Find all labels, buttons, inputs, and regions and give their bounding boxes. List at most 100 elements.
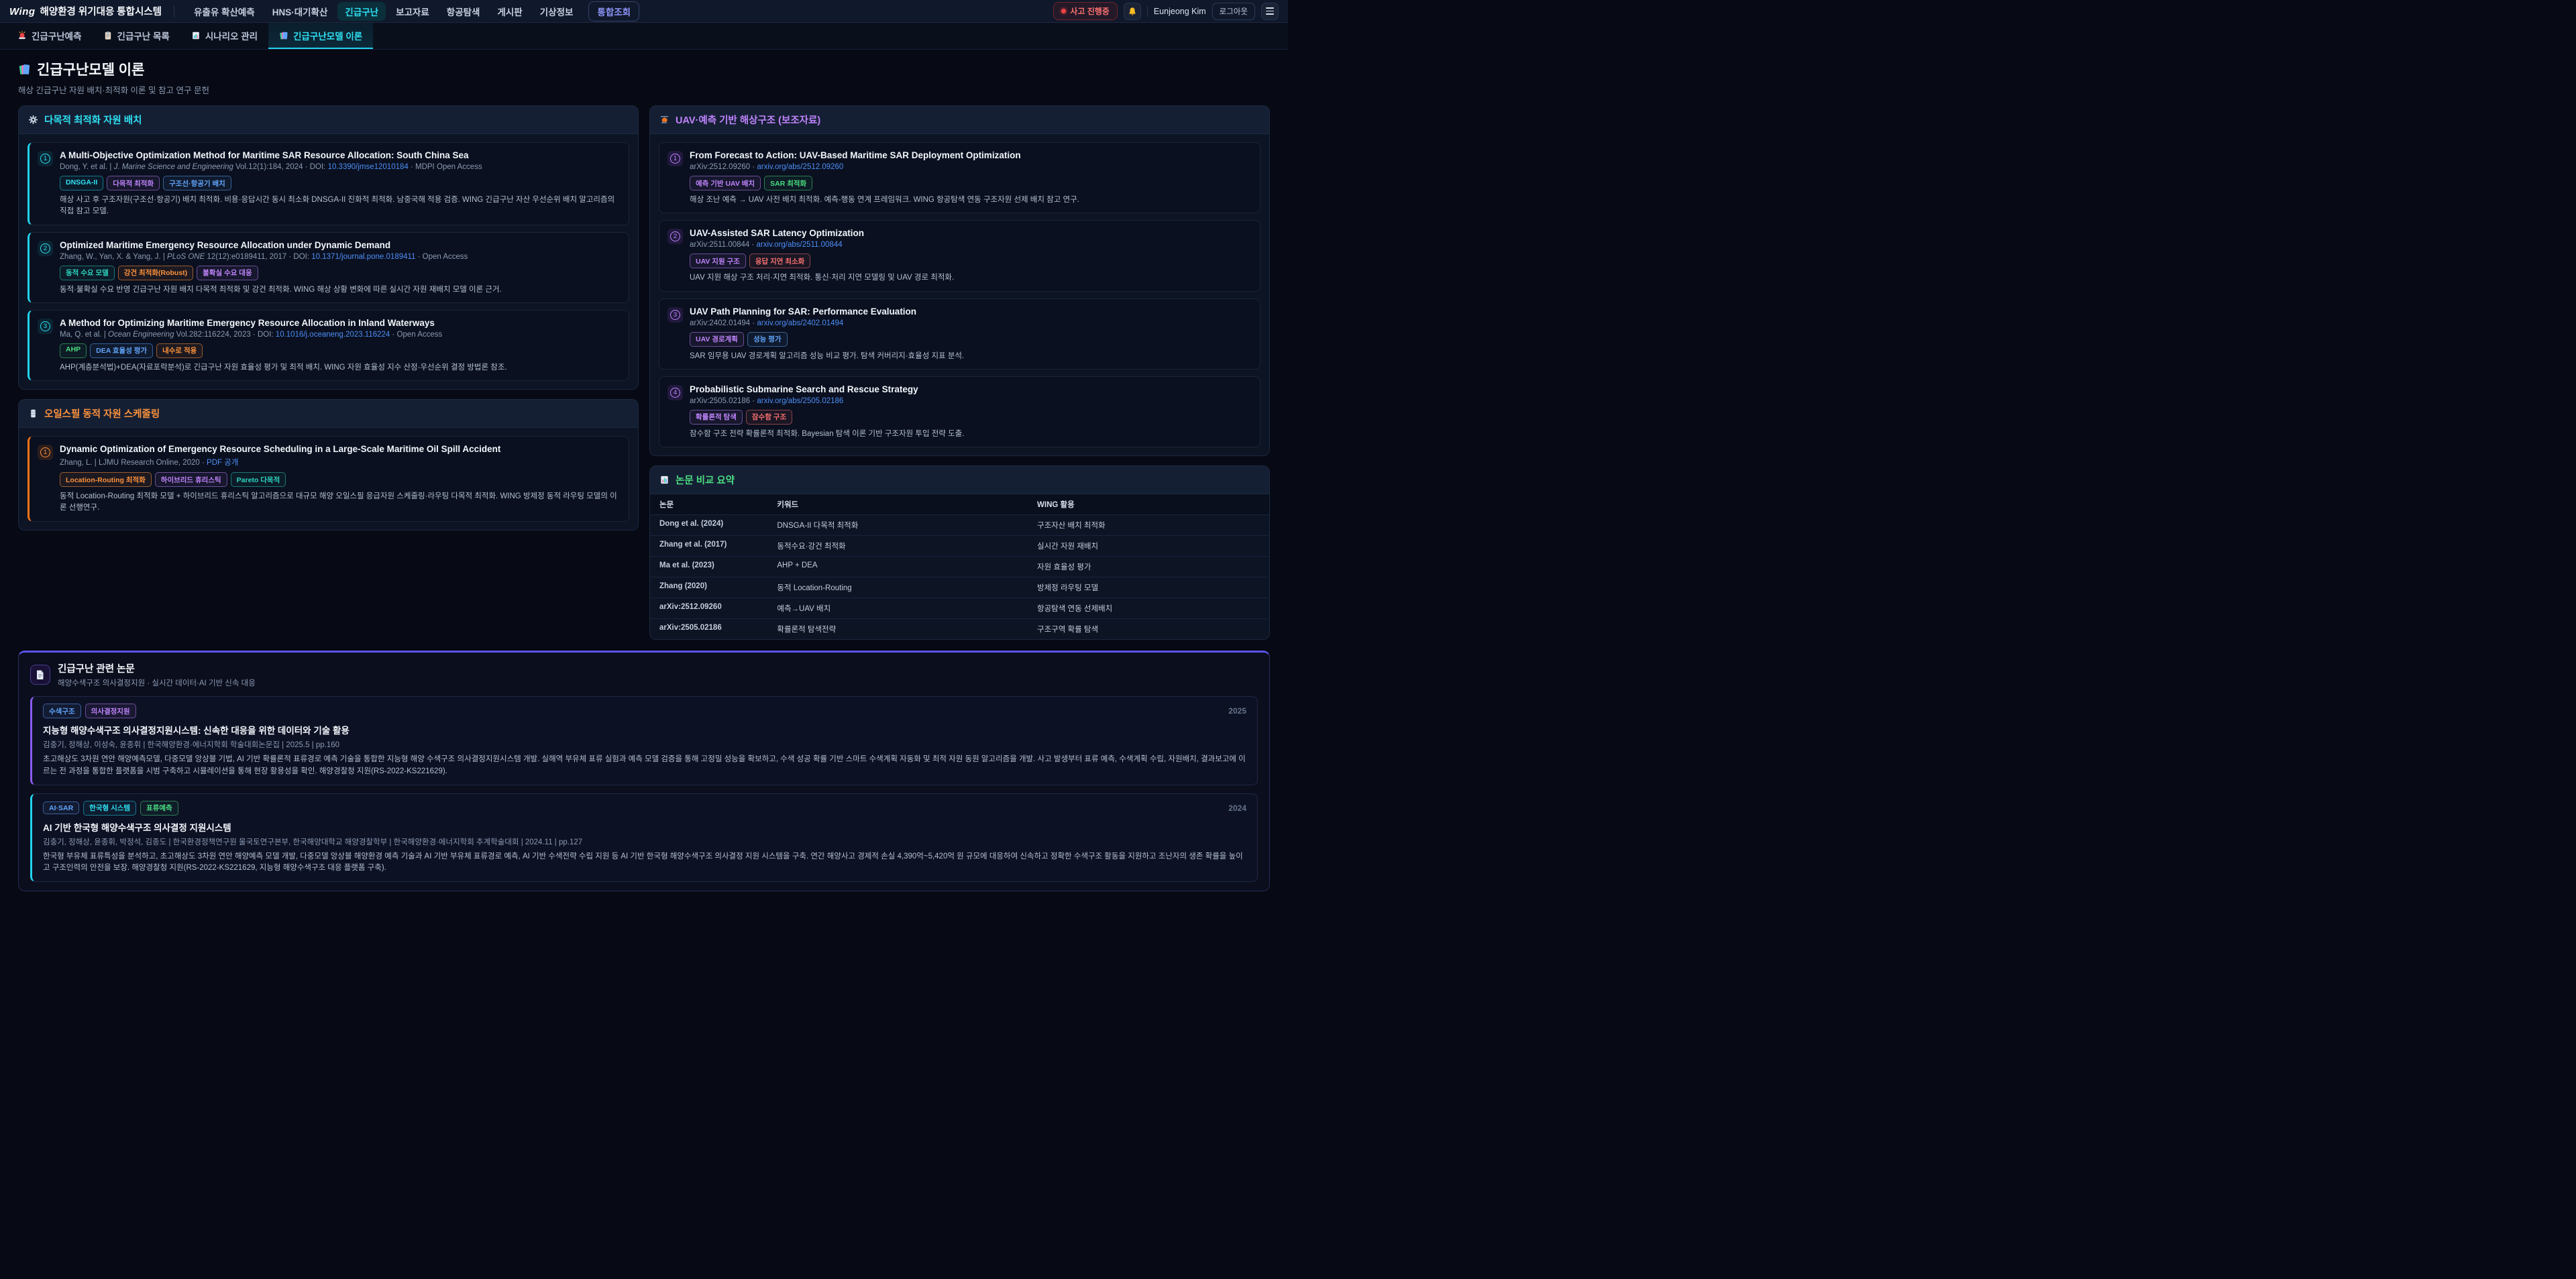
paper-tag: UAV 경로계획: [690, 332, 744, 347]
paper-title: Probabilistic Submarine Search and Rescu…: [690, 384, 1252, 394]
keywords-cell: AHP + DEA: [767, 557, 1028, 577]
paper-number: 1: [40, 447, 50, 457]
paper-tags: DNSGA-II다목적 최적화구조선·항공기 배치: [60, 176, 621, 190]
paper-tag: 강건 최적화(Robust): [118, 266, 193, 280]
tab-rescue-prediction[interactable]: 긴급구난예측: [7, 23, 93, 49]
paper-link[interactable]: 10.1016/j.oceaneng.2023.116224: [276, 331, 390, 339]
paper-meta-text: · MDPI Open Access: [409, 163, 482, 171]
notifications-button[interactable]: [1124, 3, 1141, 20]
oil-drum-icon: [28, 408, 38, 419]
wing-usage-cell: 자원 효율성 평가: [1028, 557, 1269, 577]
incident-status-badge: 사고 진행중: [1053, 2, 1118, 20]
helicopter-icon: [659, 115, 669, 125]
paper-card: 3UAV Path Planning for SAR: Performance …: [659, 298, 1260, 370]
paper-link[interactable]: arxiv.org/abs/2505.02186: [757, 397, 843, 405]
gear-icon: [28, 115, 38, 125]
paper-number: 3: [40, 321, 50, 331]
paper-link[interactable]: arxiv.org/abs/2402.01494: [757, 319, 843, 327]
paper-meta: arXiv:2402.01494 · arxiv.org/abs/2402.01…: [690, 319, 1252, 327]
app-logo[interactable]: Wing 해양환경 위기대응 통합시스템: [9, 4, 162, 18]
sub-tab-bar: 긴급구난예측 긴급구난 목록 시나리오 관리긴급구난모델 이론: [0, 23, 1288, 50]
paper-title: 지능형 해양수색구조 의사결정지원시스템: 신속한 대응을 위한 데이터와 기술…: [43, 723, 1246, 736]
header-divider: [1147, 6, 1148, 17]
paper-tag: 다목적 최적화: [107, 176, 160, 190]
comparison-table: 논문 키워드 WING 활용 Dong et al. (2024)DNSGA-I…: [650, 494, 1269, 639]
paper-card-body: A Multi-Objective Optimization Method fo…: [60, 150, 621, 218]
tab-rescue-list[interactable]: 긴급구난 목록: [93, 23, 180, 49]
paper-number: 2: [670, 231, 680, 241]
keywords-cell: 동적 Location-Routing: [767, 577, 1028, 598]
tab-label: 긴급구난 목록: [117, 29, 170, 42]
paper-card-body: A Method for Optimizing Maritime Emergen…: [60, 317, 621, 374]
paper-tags: UAV 지원 구조응답 지연 최소화: [690, 254, 1252, 268]
wing-usage-cell: 구조자산 배치 최적화: [1028, 515, 1269, 535]
paper-link[interactable]: arxiv.org/abs/2511.00844: [757, 241, 843, 249]
paper-meta-text: arXiv:2512.09260 ·: [690, 163, 757, 171]
tab-label: 긴급구난예측: [32, 29, 82, 42]
paper-ref-link[interactable]: arXiv:2512.09260: [650, 598, 767, 618]
paper-ref-link[interactable]: Zhang (2020): [650, 577, 767, 598]
paper-meta-text: Vol.282:116224, 2023 · DOI:: [174, 331, 275, 339]
paper-meta-text: · Open Access: [415, 253, 468, 261]
paper-ref-link[interactable]: Dong et al. (2024): [650, 515, 767, 535]
paper-tag: DNSGA-II: [60, 176, 103, 190]
right-column: UAV·예측 기반 해상구조 (보조자료) 1From Forecast to …: [649, 105, 1270, 640]
paper-tag: Location-Routing 최적화: [60, 472, 152, 487]
related-paper-top: 수색구조의사결정지원2025: [43, 704, 1246, 718]
paper-tag: AHP: [60, 343, 87, 358]
paper-list: 1A Multi-Objective Optimization Method f…: [19, 134, 638, 389]
document-icon-box: [30, 665, 50, 685]
app-title: 해양환경 위기대응 통합시스템: [40, 4, 162, 18]
paper-ref-link[interactable]: Ma et al. (2023): [650, 557, 767, 577]
paper-link[interactable]: 10.1371/journal.pone.0189411: [311, 253, 415, 261]
paper-tag: 내수로 적용: [156, 343, 203, 358]
paper-link[interactable]: arxiv.org/abs/2512.09260: [757, 163, 843, 171]
user-name: Eunjeong Kim: [1154, 7, 1206, 16]
nav-item-hns-air-diffusion[interactable]: HNS·대기확산: [265, 2, 335, 21]
paper-tag: 예측 기반 UAV 배치: [690, 176, 761, 190]
page-title: 긴급구난모델 이론: [18, 59, 1270, 79]
nav-item-integrated-search[interactable]: 통합조회: [588, 1, 639, 21]
nav-item-aerial-search[interactable]: 항공탐색: [439, 2, 488, 21]
wing-usage-cell: 방제정 라우팅 모델: [1028, 577, 1269, 598]
paper-card-body: Optimized Maritime Emergency Resource Al…: [60, 239, 621, 296]
tab-rescue-model-theory[interactable]: 긴급구난모델 이론: [268, 23, 373, 49]
section-subtitle: 해양수색구조 의사결정지원 · 실시간 데이터·AI 기반 신속 대응: [58, 677, 256, 688]
paper-card-body: Probabilistic Submarine Search and Rescu…: [690, 384, 1252, 440]
paper-number-badge: 1: [667, 151, 683, 166]
bell-icon: [1128, 7, 1137, 16]
paper-link[interactable]: 10.3390/jmse12010184: [328, 163, 409, 171]
paper-tag: 한국형 시스템: [83, 801, 136, 816]
section-oil-spill: 오일스필 동적 자원 스케줄링 1Dynamic Optimization of…: [18, 399, 639, 531]
paper-description: SAR 임무용 UAV 경로계획 알고리즘 성능 비교 평가. 탐색 커버리지·…: [690, 351, 1252, 362]
nav-item-reports[interactable]: 보고자료: [388, 2, 437, 21]
paper-description: 잠수함 구조 전략 확률론적 최적화. Bayesian 탐색 이론 기반 구조…: [690, 429, 1252, 440]
paper-meta-text: Zhang, W., Yan, X. & Yang, J. |: [60, 253, 167, 261]
paper-meta-text: arXiv:2402.01494 ·: [690, 319, 757, 327]
nav-item-board[interactable]: 게시판: [490, 2, 529, 21]
paper-card: 1A Multi-Objective Optimization Method f…: [28, 142, 629, 225]
keywords-cell: 확률론적 탐색전략: [767, 619, 1028, 639]
paper-card-body: From Forecast to Action: UAV-Based Marit…: [690, 150, 1252, 206]
logout-button[interactable]: 로그아웃: [1212, 3, 1255, 20]
section-comparison: 논문 비교 요약 논문 키워드 WING 활용 Dong et al. (202…: [649, 465, 1270, 640]
paper-card-body: UAV Path Planning for SAR: Performance E…: [690, 306, 1252, 362]
left-column: 다목적 최적화 자원 배치 1A Multi-Objective Optimiz…: [18, 105, 639, 531]
bar-chart-icon: [659, 475, 669, 485]
related-paper-list: 수색구조의사결정지원2025 지능형 해양수색구조 의사결정지원시스템: 신속한 …: [30, 696, 1258, 882]
nav-item-emergency-rescue[interactable]: 긴급구난: [337, 2, 386, 21]
paper-link[interactable]: PDF 공개: [207, 459, 238, 467]
tab-scenario-management[interactable]: 시나리오 관리: [180, 23, 268, 49]
paper-ref-link[interactable]: arXiv:2505.02186: [650, 619, 767, 639]
paper-number-badge: 2: [38, 241, 53, 256]
nav-item-weather[interactable]: 기상정보: [533, 2, 581, 21]
nav-item-oil-spill-prediction[interactable]: 유출유 확산예측: [186, 2, 262, 21]
paper-card-body: Dynamic Optimization of Emergency Resour…: [60, 443, 621, 514]
paper-tag: 동적 수요 모델: [60, 266, 115, 280]
hamburger-menu-button[interactable]: [1261, 3, 1279, 20]
paper-tag: UAV 지원 구조: [690, 254, 746, 268]
keywords-cell: 예측→UAV 배치: [767, 598, 1028, 618]
paper-authors: 김충기, 정해상, 윤종휘, 박정석, 김종도 | 한국환경정책연구원 물국토연…: [43, 836, 1246, 847]
table-row: arXiv:2512.09260예측→UAV 배치항공탐색 연동 선제배치: [650, 598, 1269, 618]
paper-ref-link[interactable]: Zhang et al. (2017): [650, 536, 767, 556]
